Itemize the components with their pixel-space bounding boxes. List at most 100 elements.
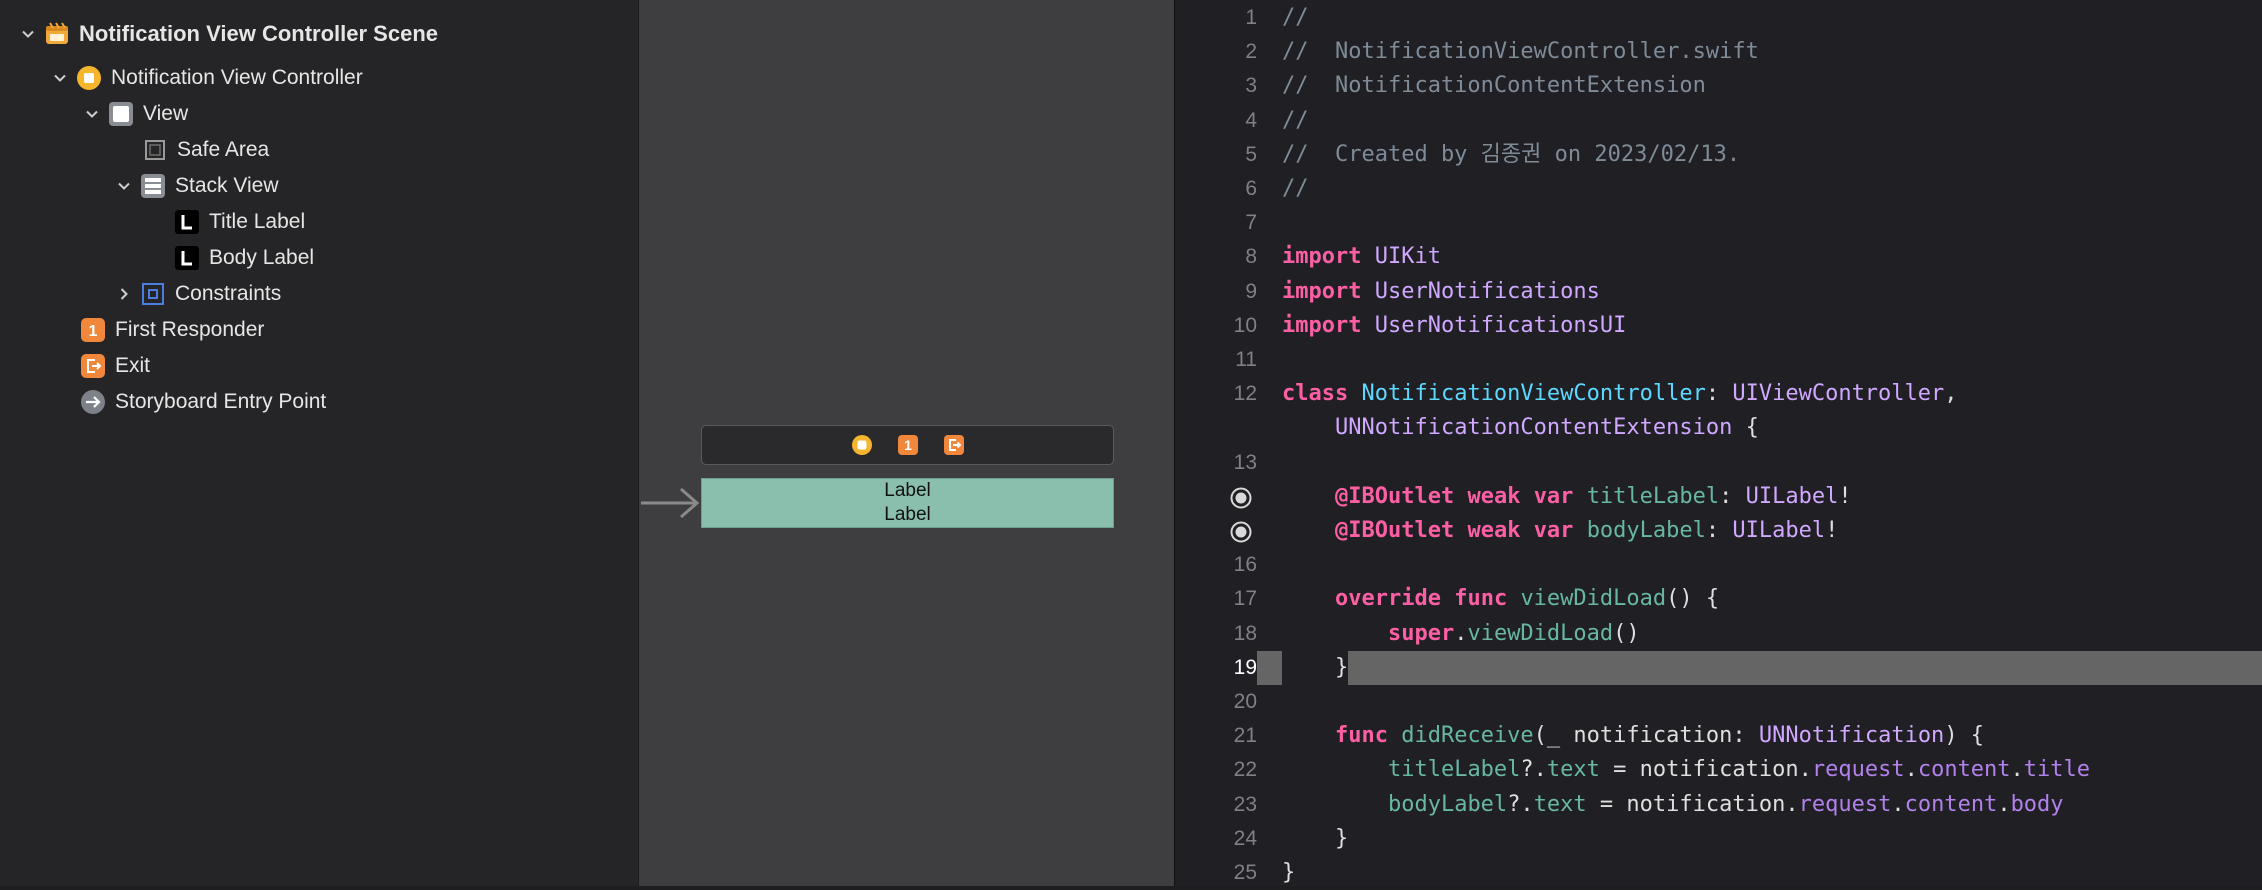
code-line[interactable]: 3 // NotificationContentExtension (1175, 69, 2262, 103)
chevron-down-icon[interactable] (78, 100, 106, 128)
code-text[interactable]: // (1282, 172, 1309, 206)
code-line[interactable]: 24 } (1175, 822, 2262, 856)
code-line[interactable]: @IBOutlet weak var bodyLabel: UILabel! (1175, 514, 2262, 548)
title-label[interactable]: Label (884, 479, 931, 503)
scene-dock[interactable]: 1 (701, 425, 1114, 465)
tree-item-label: First Responder (115, 318, 265, 341)
chevron-down-icon[interactable] (14, 20, 42, 48)
code-line[interactable]: 2 // NotificationViewController.swift (1175, 35, 2262, 69)
code-editor[interactable]: 1//2// NotificationViewController.swift 3… (1175, 0, 2262, 886)
code-text[interactable]: super.viewDidLoad() (1282, 617, 1640, 651)
code-line[interactable]: 9 import UserNotifications (1175, 275, 2262, 309)
tree-item-body-label[interactable]: Body Label (174, 240, 314, 276)
code-line[interactable]: 11 (1175, 343, 2262, 377)
first-responder-icon[interactable]: 1 (896, 433, 920, 457)
code-line[interactable]: 23 bodyLabel?.text = notification.reques… (1175, 788, 2262, 822)
first-responder-icon: 1 (80, 317, 106, 343)
line-number: 6 (1245, 177, 1257, 200)
code-line[interactable]: 16 (1175, 548, 2262, 582)
code-text[interactable]: } (1282, 822, 1348, 856)
code-line[interactable]: 18 super.viewDidLoad() (1175, 617, 2262, 651)
tree-item-constraints[interactable]: Constraints (110, 276, 281, 312)
code-line[interactable]: 1 // (1175, 1, 2262, 35)
code-text[interactable]: // (1282, 104, 1309, 138)
code-text[interactable]: bodyLabel?.text = notification.request.c… (1282, 788, 2064, 822)
tree-item-view-controller[interactable]: Notification View Controller (46, 60, 363, 96)
line-number: 20 (1233, 690, 1257, 713)
tree-item-first-responder[interactable]: 1 First Responder (80, 312, 264, 348)
code-line[interactable]: 8 import UIKit (1175, 240, 2262, 274)
svg-text:1: 1 (904, 437, 912, 453)
tree-item-view[interactable]: View (78, 96, 188, 132)
line-number: 24 (1233, 826, 1257, 850)
code-text[interactable]: import UIKit (1282, 240, 1441, 274)
chevron-down-icon[interactable] (46, 64, 74, 92)
label-icon (174, 209, 200, 235)
code-text[interactable]: titleLabel?.text = notification.request.… (1282, 753, 2090, 787)
code-text[interactable]: class NotificationViewController: UIView… (1282, 377, 1958, 411)
tree-item-label: Notification View Controller Scene (79, 21, 438, 46)
storyboard-canvas[interactable]: 1 Label Label (639, 0, 1174, 886)
code-text[interactable]: // (1282, 1, 1309, 35)
line-number: 5 (1245, 142, 1257, 166)
code-text[interactable]: UNNotificationContentExtension { (1282, 411, 1759, 445)
tree-item-safe-area[interactable]: Safe Area (142, 132, 269, 168)
code-line[interactable]: 7 (1175, 206, 2262, 240)
view-controller-icon (76, 65, 102, 91)
tree-item-title-label[interactable]: Title Label (174, 204, 305, 240)
code-line[interactable]: 17 override func viewDidLoad() { (1175, 582, 2262, 616)
code-text[interactable]: // Created by 김종권 on 2023/02/13. (1282, 138, 1740, 172)
view-controller-view[interactable]: Label Label (701, 478, 1114, 528)
tree-item-stack-view[interactable]: Stack View (110, 168, 279, 204)
code-text[interactable]: @IBOutlet weak var bodyLabel: UILabel! (1282, 514, 1838, 548)
view-icon (108, 101, 134, 127)
tree-item-label: Storyboard Entry Point (115, 390, 327, 413)
code-line[interactable]: 10 import UserNotificationsUI (1175, 309, 2262, 343)
line-number: 23 (1233, 792, 1257, 816)
line-number: 11 (1235, 348, 1257, 371)
tree-item-label: Notification View Controller (111, 66, 363, 89)
code-line[interactable]: 12 class NotificationViewController: UIVi… (1175, 377, 2262, 411)
code-text[interactable]: } (1282, 856, 1295, 890)
code-text[interactable]: import UserNotificationsUI (1282, 309, 1626, 343)
line-number: 21 (1233, 724, 1257, 748)
view-controller-icon[interactable] (850, 433, 874, 457)
code-line[interactable]: 21 func didReceive(_ notification: UNNot… (1175, 719, 2262, 753)
code-text[interactable]: func didReceive(_ notification: UNNotifi… (1282, 719, 1984, 753)
safe-area-icon (142, 137, 168, 163)
constraints-icon (140, 281, 166, 307)
code-line[interactable]: 6 // (1175, 172, 2262, 206)
body-label[interactable]: Label (884, 503, 931, 527)
code-line[interactable]: 20 (1175, 685, 2262, 719)
outlet-connection-icon[interactable] (1230, 487, 1252, 509)
chevron-right-icon[interactable] (110, 280, 138, 308)
tree-item-exit[interactable]: Exit (80, 348, 150, 384)
code-text[interactable]: // NotificationContentExtension (1282, 69, 1706, 103)
tree-item-label: Safe Area (177, 138, 270, 161)
outlet-connection-icon[interactable] (1230, 521, 1252, 543)
code-line[interactable]: 19 } (1175, 650, 2262, 685)
code-text[interactable]: @IBOutlet weak var titleLabel: UILabel! (1282, 480, 1852, 514)
tree-item-entry-point[interactable]: Storyboard Entry Point (80, 384, 326, 420)
code-text[interactable]: override func viewDidLoad() { (1282, 582, 1719, 616)
code-text[interactable]: import UserNotifications (1282, 275, 1600, 309)
code-line[interactable]: @IBOutlet weak var titleLabel: UILabel! (1175, 480, 2262, 514)
line-number: 22 (1233, 758, 1257, 782)
code-line[interactable]: 22 titleLabel?.text = notification.reque… (1175, 753, 2262, 787)
tree-item-scene[interactable]: Notification View Controller Scene (14, 16, 438, 52)
line-number: 16 (1233, 553, 1257, 577)
line-number: 12 (1233, 382, 1257, 406)
exit-icon[interactable] (942, 433, 966, 457)
code-text[interactable]: } (1282, 650, 1349, 685)
code-line[interactable]: UNNotificationContentExtension { (1175, 411, 2262, 445)
code-text[interactable]: // NotificationViewController.swift (1282, 35, 1759, 69)
code-line[interactable]: 25} (1175, 856, 2262, 890)
tree-item-label: View (143, 102, 189, 125)
chevron-down-icon[interactable] (110, 172, 138, 200)
storyboard-entry-arrow[interactable] (641, 486, 701, 520)
entry-point-icon (80, 389, 106, 415)
code-line[interactable]: 4 // (1175, 104, 2262, 138)
code-line[interactable]: 5 // Created by 김종권 on 2023/02/13. (1175, 138, 2262, 172)
code-line[interactable]: 13 (1175, 446, 2262, 480)
line-number: 7 (1245, 211, 1257, 235)
